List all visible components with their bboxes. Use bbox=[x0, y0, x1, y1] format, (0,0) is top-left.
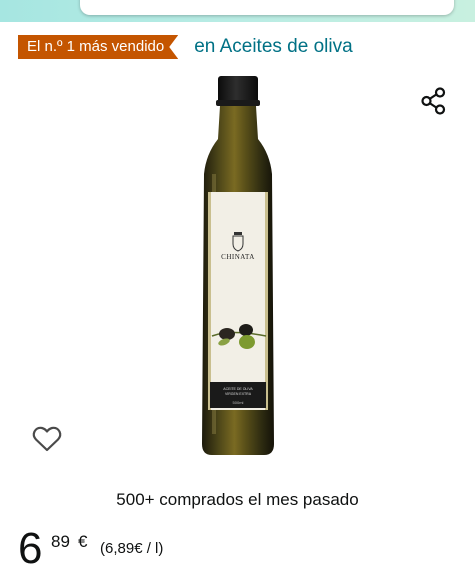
product-image[interactable]: CHINATA ACEITE DE OLIVA VIRGEN EXTRA 500… bbox=[190, 74, 290, 459]
svg-text:CHINATA: CHINATA bbox=[221, 253, 255, 261]
bestseller-row: El n.º 1 más vendido en Aceites de oliva bbox=[18, 34, 353, 60]
price-fraction: 89 bbox=[51, 532, 70, 551]
bestseller-badge: El n.º 1 más vendido bbox=[18, 35, 178, 59]
price-currency: € bbox=[78, 532, 88, 551]
svg-text:VIRGEN EXTRA: VIRGEN EXTRA bbox=[225, 392, 252, 396]
svg-text:500ml: 500ml bbox=[233, 400, 244, 405]
purchases-last-month: 500+ comprados el mes pasado bbox=[116, 490, 359, 509]
svg-text:ACEITE DE OLIVA: ACEITE DE OLIVA bbox=[223, 387, 253, 391]
price-whole: 6 bbox=[18, 524, 43, 573]
heart-icon bbox=[32, 426, 62, 452]
share-icon bbox=[421, 87, 446, 115]
olive-oil-bottle-icon: CHINATA ACEITE DE OLIVA VIRGEN EXTRA 500… bbox=[202, 76, 274, 455]
unit-price: (6,89€ / l) bbox=[100, 540, 164, 557]
share-button[interactable] bbox=[419, 86, 449, 116]
wishlist-button[interactable] bbox=[31, 423, 63, 455]
bestseller-category-link[interactable]: en Aceites de oliva bbox=[194, 36, 352, 58]
search-bar[interactable] bbox=[80, 0, 454, 15]
